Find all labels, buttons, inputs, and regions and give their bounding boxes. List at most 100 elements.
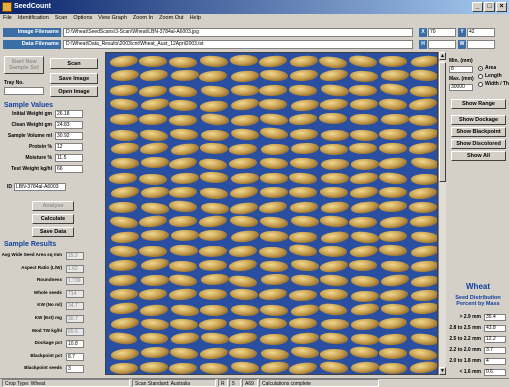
seed-kernel [288,231,317,244]
seed-kernel [258,84,287,97]
seed-kernel [110,316,140,331]
close-button[interactable]: × [496,2,507,12]
sample-value-field[interactable]: 12 [55,143,83,151]
start-new-sample-set-button[interactable]: Start New Sample Set [4,56,44,74]
seed-kernel [199,187,228,201]
seed-kernel [140,201,169,216]
sample-value-field[interactable]: 11.5 [55,154,83,162]
seed-kernel [139,68,169,83]
seed-kernel [168,287,198,302]
seed-kernel [139,303,169,317]
scan-button[interactable]: Scan [50,58,98,69]
seed-kernel [408,346,437,362]
y-field[interactable]: 42 [467,28,495,37]
save-data-button[interactable]: Save Data [32,227,74,237]
menu-zoom-in[interactable]: Zoom In [133,14,153,23]
h-field[interactable] [428,40,456,49]
seed-kernel [228,318,258,332]
length-radio[interactable] [478,74,483,79]
seed-kernel [108,274,138,288]
menu-view-graph[interactable]: View Graph [98,14,127,23]
menu-options[interactable]: Options [73,14,92,23]
seed-kernel [110,141,139,156]
seed-kernel [228,258,258,274]
seed-kernel [259,112,289,127]
seed-kernel [139,128,169,143]
seed-kernel [288,318,317,330]
scroll-thumb[interactable] [439,62,446,182]
menu-zoom-out[interactable]: Zoom Out [159,14,183,23]
x-field[interactable]: 70 [428,28,456,37]
sample-value-field[interactable]: 30.92 [55,132,83,140]
image-scrollbar[interactable]: ▲ ▼ [438,52,446,375]
menu-identification[interactable]: Identification [18,14,49,23]
seed-kernel [260,360,290,374]
save-image-button[interactable]: Save Image [50,73,98,84]
id-field[interactable]: LBN-3784al-A6003 [14,183,66,191]
scroll-down-icon[interactable]: ▼ [439,367,446,375]
sample-value-label: Test Weight kg/hl [11,166,52,172]
show-dockage-button[interactable]: Show Dockage [451,115,506,125]
width-radio[interactable] [478,82,483,87]
seed-kernel [318,302,348,318]
menu-scan[interactable]: Scan [55,14,68,23]
seed-kernel [201,273,230,286]
maximize-button[interactable]: □ [484,2,495,12]
seed-kernel [319,113,348,125]
open-image-button[interactable]: Open Image [50,86,98,97]
y-label: Y [458,28,466,37]
seed-kernel [319,288,349,301]
scroll-up-icon[interactable]: ▲ [439,52,446,60]
tray-field[interactable] [4,87,44,95]
result-label: KW (Est) mg [34,315,62,320]
show-all-button[interactable]: Show All [451,151,506,161]
sample-value-field[interactable]: 26.18 [55,110,83,118]
left-panel: Start New Sample Set Scan Save Image Tra… [0,52,104,377]
show-blackpoint-button[interactable]: Show Blackpoint [451,127,506,137]
seed-kernel [109,244,139,258]
seed-kernel [348,260,377,272]
menu-file[interactable]: File [3,14,12,23]
seed-kernel [230,360,260,374]
minimize-button[interactable]: _ [472,2,483,12]
seed-kernel [228,331,258,346]
seed-image-view[interactable] [105,52,438,375]
seed-kernel [408,201,437,213]
seed-kernel [200,331,230,345]
seed-kernel [168,272,198,288]
data-filename-field[interactable]: D:\Wheat\Data_Results\2003\cnt\Wheat_Aus… [63,40,413,49]
sample-value-field[interactable]: 24.83 [55,121,83,129]
seed-kernel [378,156,408,171]
analyse-button[interactable]: Analyse [32,201,74,211]
seed-kernel [321,318,350,330]
seed-kernel [198,289,228,301]
sample-value-field[interactable]: 66 [55,165,83,173]
seed-kernel [259,69,289,83]
seed-kernel [350,302,381,317]
seed-kernel [288,112,318,126]
seed-kernel [349,346,379,360]
seed-kernel [409,215,437,229]
show-range-button[interactable]: Show Range [451,99,506,109]
max-field[interactable]: 30000 [449,84,473,91]
sample-value-label: Initial Weight gm [12,111,52,117]
min-field[interactable]: 8 [449,66,473,73]
show-discolored-button[interactable]: Show Discolored [451,139,506,149]
calculate-button[interactable]: Calculate [32,214,74,224]
menu-help[interactable]: Help [190,14,201,23]
seed-kernel [378,316,408,331]
result-label: Blackpoint pct [30,352,62,358]
image-filename-field[interactable]: D:\Wheat\SeedScans\3-Scan\Wheat\LBN-3784… [63,28,413,37]
seed-kernel [288,84,318,97]
seed-kernel [320,200,350,215]
seed-kernel [290,331,320,345]
seed-kernel [198,259,227,272]
seed-kernel [289,303,320,319]
result-label: Aspect Ratio (L/W) [21,264,62,270]
area-radio[interactable] [478,66,483,71]
seed-kernel [109,171,138,185]
app-icon [2,2,12,12]
seed-kernel [319,348,349,360]
w-field[interactable] [467,40,495,49]
length-option-label: Length [485,73,502,79]
